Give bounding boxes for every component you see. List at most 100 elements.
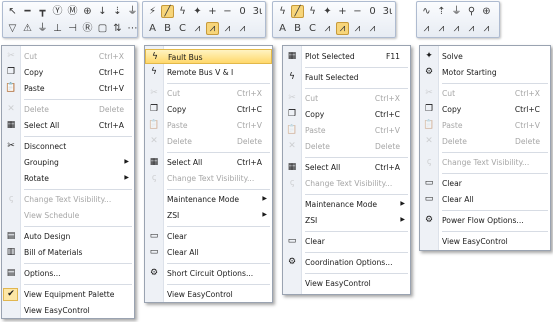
menu-item-rotate[interactable]: Rotate ▶	[2, 171, 134, 186]
shunt-icon[interactable]: ⊥	[51, 22, 64, 35]
menu-item-clear[interactable]: ▭ Clear	[283, 234, 410, 249]
hatch1-icon[interactable]: ⩘	[321, 22, 334, 35]
menu-item-disconnect[interactable]: ✂ Disconnect	[2, 139, 134, 154]
flash-icon[interactable]: ϟ	[276, 5, 289, 18]
flash-icon[interactable]: ϟ	[176, 5, 189, 18]
menu-item-maintenance-mode[interactable]: Maintenance Mode ▶	[283, 197, 410, 212]
hatch4-icon[interactable]: ⩘	[366, 22, 379, 35]
menu-item-cut[interactable]: ✂ Cut Ctrl+X	[420, 86, 550, 101]
menu-item-paste[interactable]: 📋 Paste Ctrl+V	[283, 123, 410, 138]
minus-icon[interactable]: −	[221, 5, 234, 18]
menu-item-paste[interactable]: 📋 Paste Ctrl+V	[145, 118, 272, 133]
menu-item-maintenance-mode[interactable]: Maintenance Mode ▶	[145, 192, 272, 207]
menu-item-delete[interactable]: ✕ Delete Delete	[420, 134, 550, 149]
menu-item-delete[interactable]: ✕ Delete Delete	[2, 102, 134, 117]
menu-item-change-text-visibility[interactable]: ꞔ Change Text Visibility...	[283, 176, 410, 191]
pointer-icon[interactable]: ↖	[6, 5, 19, 18]
ground-icon[interactable]: ⏚	[36, 22, 49, 35]
menu-item-clear-all[interactable]: ▭ Clear All	[145, 245, 272, 260]
meter-icon[interactable]: Ⓡ	[81, 22, 94, 35]
panel-icon[interactable]: ▢	[96, 22, 109, 35]
menu-item-copy[interactable]: ❐ Copy Ctrl+C	[420, 102, 550, 117]
menu-item-select-all[interactable]: ▦ Select All Ctrl+A	[283, 160, 410, 175]
menu-item-delete[interactable]: ✕ Delete Delete	[145, 134, 272, 149]
menu-item-fault-selected[interactable]: ϟ Fault Selected	[283, 70, 410, 85]
wave-icon[interactable]: ∿	[420, 5, 433, 18]
generator-icon[interactable]: Ⓨ	[51, 5, 64, 18]
arrows-icon[interactable]: ⇅	[111, 22, 124, 35]
menu-item-zsi[interactable]: ZSI ▶	[283, 213, 410, 228]
filter-icon[interactable]: ▽	[6, 22, 19, 35]
phase-a-icon[interactable]: A	[146, 22, 159, 35]
capacitor-icon[interactable]: ⊣	[66, 22, 79, 35]
menu-item-view-schedule[interactable]: View Schedule	[2, 208, 134, 223]
hatch3-icon[interactable]: ⩘	[221, 22, 234, 35]
zoom-icon[interactable]: ⊕	[480, 5, 493, 18]
zero-seq-icon[interactable]: 0	[366, 5, 379, 18]
menu-item-remote-bus-v-i[interactable]: ϟ Remote Bus V & I	[145, 65, 272, 80]
menu-item-cut[interactable]: ✂ Cut Ctrl+X	[283, 91, 410, 106]
menu-item-cut[interactable]: ✂ Cut Ctrl+X	[2, 49, 134, 64]
menu-item-delete[interactable]: ✕ Delete Delete	[283, 139, 410, 154]
load-icon[interactable]: ⊕	[81, 5, 94, 18]
menu-item-plot-selected[interactable]: ▦ Plot Selected F11	[283, 49, 410, 64]
motor-start-icon[interactable]: ✦	[191, 5, 204, 18]
phase-b-icon[interactable]: B	[291, 22, 304, 35]
menu-item-grouping[interactable]: Grouping ▶	[2, 155, 134, 170]
menu-item-view-easycontrol[interactable]: View EasyControl	[2, 303, 134, 318]
menu-item-paste[interactable]: 📋 Paste Ctrl+V	[420, 118, 550, 133]
menu-item-select-all[interactable]: ▦ Select All Ctrl+A	[145, 155, 272, 170]
menu-item-view-easycontrol[interactable]: View EasyControl	[420, 234, 550, 249]
plot-icon[interactable]: ╱	[291, 5, 304, 18]
menu-item-power-flow-options[interactable]: ⚙ Power Flow Options...	[420, 213, 550, 228]
menu-item-change-text-visibility[interactable]: ꞔ Change Text Visibility...	[2, 192, 134, 207]
breaker-icon[interactable]: ⏚	[126, 5, 139, 18]
menu-item-coordination-options[interactable]: ⚙ Coordination Options...	[283, 255, 410, 270]
hatch2-icon[interactable]: ⩘	[336, 22, 349, 35]
menu-item-clear[interactable]: ▭ Clear	[420, 176, 550, 191]
motor-start-icon[interactable]: ✦	[321, 5, 334, 18]
menu-item-view-easycontrol[interactable]: View EasyControl	[283, 276, 410, 291]
hatch2-icon[interactable]: ⩘	[206, 22, 219, 35]
hazard-icon[interactable]: ⚠	[21, 22, 34, 35]
short-circuit-icon[interactable]: ⚡	[146, 5, 159, 18]
menu-item-options[interactable]: ▤ Options...	[2, 266, 134, 281]
menu-item-view-equipment-palette[interactable]: ✔ View Equipment Palette	[2, 287, 134, 302]
menu-item-copy[interactable]: ❐ Copy Ctrl+C	[145, 102, 272, 117]
hatch1-icon[interactable]: ⩘	[420, 22, 433, 35]
transformer-tee-icon[interactable]: ┳	[36, 5, 49, 18]
motor-icon[interactable]: Ⓜ	[66, 5, 79, 18]
menu-item-view-easycontrol[interactable]: View EasyControl	[145, 287, 272, 302]
menu-item-bill-of-materials[interactable]: ▥ Bill of Materials	[2, 245, 134, 260]
flash2-icon[interactable]: ϟ	[306, 5, 319, 18]
phase-c-icon[interactable]: C	[176, 22, 189, 35]
three-phase-icon[interactable]: 3ι	[251, 5, 264, 18]
zero-seq-icon[interactable]: 0	[236, 5, 249, 18]
ground-icon[interactable]: ⏚	[450, 5, 463, 18]
phase-b-icon[interactable]: B	[161, 22, 174, 35]
menu-item-paste[interactable]: 📋 Paste Ctrl+V	[2, 81, 134, 96]
menu-item-change-text-visibility[interactable]: ꞔ Change Text Visibility...	[420, 155, 550, 170]
plus-icon[interactable]: +	[206, 5, 219, 18]
hatch1-icon[interactable]: ⩘	[191, 22, 204, 35]
plus-icon[interactable]: +	[336, 5, 349, 18]
dots-icon[interactable]: ⋯	[126, 22, 139, 35]
search-icon[interactable]: ⚲	[465, 5, 478, 18]
hatch2-icon[interactable]: ⩘	[435, 22, 448, 35]
menu-item-motor-starting[interactable]: ⚙ Motor Starting	[420, 65, 550, 80]
menu-item-clear-all[interactable]: ▭ Clear All	[420, 192, 550, 207]
menu-item-clear[interactable]: ▭ Clear	[145, 229, 272, 244]
menu-item-fault-bus[interactable]: ϟ Fault Bus	[145, 49, 272, 64]
cable-icon[interactable]: ⇣	[111, 5, 124, 18]
hatch5-icon[interactable]: ⩘	[480, 22, 493, 35]
menu-item-solve[interactable]: ✦ Solve	[420, 49, 550, 64]
fault-bus-icon[interactable]: ╱	[161, 5, 174, 18]
hatch4-icon[interactable]: ⩘	[236, 22, 249, 35]
bus-icon[interactable]: ━	[21, 5, 34, 18]
menu-item-copy[interactable]: ❐ Copy Ctrl+C	[283, 107, 410, 122]
menu-item-auto-design[interactable]: ▤ Auto Design	[2, 229, 134, 244]
hatch3-icon[interactable]: ⩘	[450, 22, 463, 35]
phase-a-icon[interactable]: A	[276, 22, 289, 35]
minus-icon[interactable]: −	[351, 5, 364, 18]
menu-item-change-text-visibility[interactable]: ꞔ Change Text Visibility...	[145, 171, 272, 186]
